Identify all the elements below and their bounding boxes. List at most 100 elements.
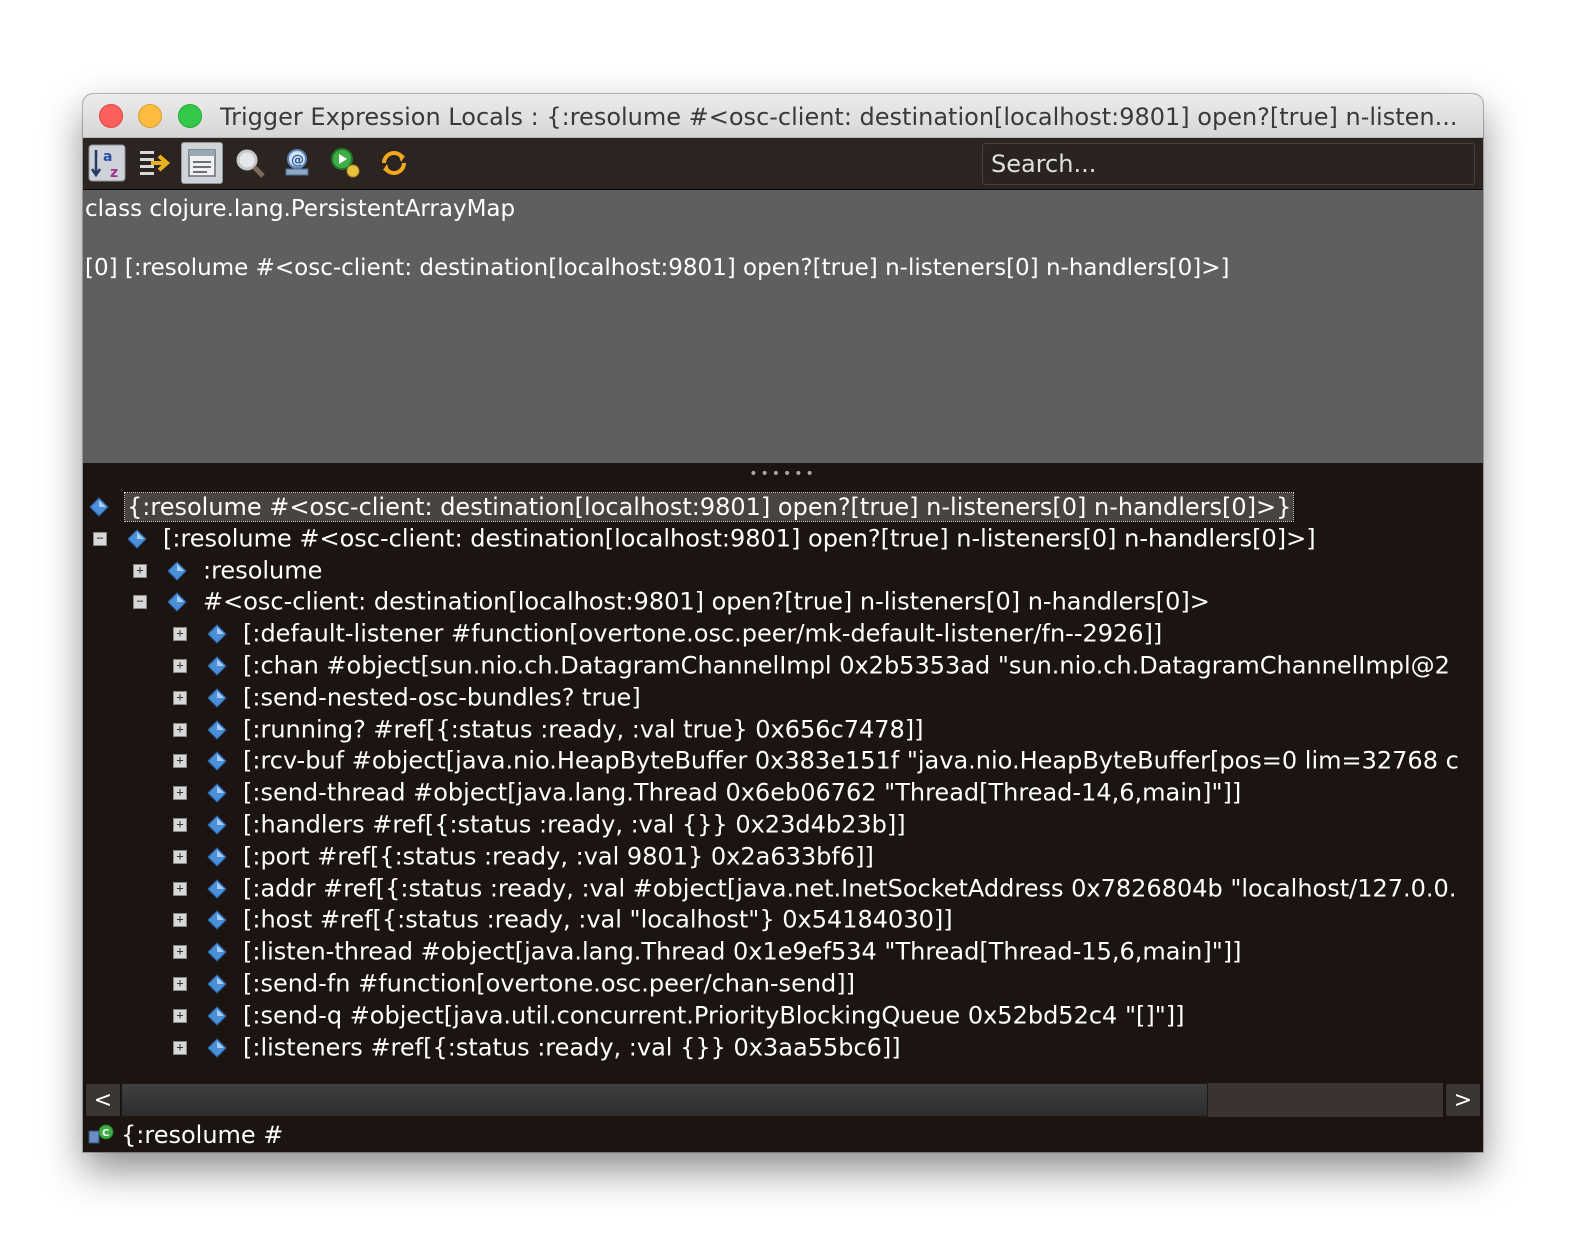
- chevron-left-icon: <: [93, 1087, 113, 1113]
- collapse-icon[interactable]: −: [133, 595, 147, 610]
- tree-row[interactable]: + [:port #ref[{:status :ready, :val 9801}…: [173, 841, 874, 872]
- tree-row[interactable]: + [:running? #ref[{:status :ready, :val t…: [173, 714, 924, 745]
- field-icon: [207, 815, 227, 835]
- field-icon: [89, 497, 109, 517]
- evaluate-icon: [331, 148, 360, 178]
- scroll-right-button[interactable]: >: [1445, 1083, 1481, 1117]
- expand-icon[interactable]: +: [173, 722, 187, 737]
- field-icon: [207, 688, 227, 708]
- tree-row-label: {:resolume #<osc-client: destination[loc…: [123, 491, 1295, 522]
- zoom-button[interactable]: [178, 104, 202, 128]
- toolbar: a z @ Search...: [83, 138, 1483, 190]
- show-inherited-button[interactable]: [134, 142, 176, 184]
- tree-row-label: [:port #ref[{:status :ready, :val 9801} …: [243, 842, 874, 871]
- scroll-thumb[interactable]: [121, 1083, 1208, 1117]
- tree-row-label: #<osc-client: destination[localhost:9801…: [203, 587, 1210, 616]
- expand-icon[interactable]: +: [173, 786, 187, 801]
- scroll-left-button[interactable]: <: [85, 1083, 121, 1117]
- tree-row-label: [:host #ref[{:status :ready, :val "local…: [243, 905, 953, 934]
- expand-icon[interactable]: +: [173, 659, 187, 673]
- tree-row-label: [:send-fn #function[overtone.osc.peer/ch…: [243, 969, 855, 998]
- tree-row[interactable]: + [:send-nested-osc-bundles? true]: [173, 682, 641, 713]
- tree-row[interactable]: − #<osc-client: destination[localhost:980…: [133, 586, 1210, 617]
- watch-expression-icon: @: [285, 149, 309, 176]
- expand-icon[interactable]: +: [173, 1008, 187, 1023]
- expand-icon[interactable]: +: [173, 690, 187, 705]
- expand-icon[interactable]: +: [173, 627, 187, 642]
- tree-row-label: [:send-thread #object[java.lang.Thread 0…: [243, 778, 1242, 807]
- tree-row[interactable]: + [:rcv-buf #object[java.nio.HeapByteBuff…: [173, 745, 1459, 776]
- field-icon: [167, 560, 187, 581]
- expand-icon[interactable]: +: [173, 977, 187, 991]
- field-icon: [207, 974, 227, 994]
- tree-row-label: [:send-nested-osc-bundles? true]: [243, 683, 641, 712]
- evaluate-button[interactable]: [325, 142, 367, 184]
- field-icon: [207, 942, 227, 962]
- expand-icon[interactable]: +: [173, 945, 187, 960]
- tree-row[interactable]: + [:send-thread #object[java.lang.Thread …: [173, 777, 1241, 808]
- watch-expression-button[interactable]: @: [277, 142, 319, 184]
- tree-row[interactable]: + [:listeners #ref[{:status :ready, :val …: [173, 1032, 901, 1063]
- tree-row-label: [:running? #ref[{:status :ready, :val tr…: [243, 715, 924, 744]
- tree-row[interactable]: + :resolume: [133, 555, 322, 586]
- show-details-button[interactable]: [181, 142, 223, 184]
- field-icon: [167, 592, 187, 613]
- expand-icon[interactable]: +: [173, 849, 187, 864]
- field-icon: [207, 1006, 227, 1026]
- tree-row-label: [:addr #ref[{:status :ready, :val #objec…: [243, 874, 1457, 903]
- drag-handle-icon[interactable]: ••••••: [749, 467, 817, 481]
- class-icon: C: [88, 1124, 114, 1144]
- field-icon: [207, 624, 227, 644]
- inspector-window: Trigger Expression Locals : {:resolume #…: [83, 94, 1483, 1152]
- tree-row[interactable]: + [:chan #object[sun.nio.ch.DatagramChann…: [173, 650, 1450, 681]
- expand-icon[interactable]: +: [133, 563, 147, 578]
- window-title: Trigger Expression Locals : {:resolume #…: [220, 103, 1458, 131]
- search-input[interactable]: [982, 143, 1475, 185]
- show-inherited-icon: [140, 151, 171, 175]
- tree-row-label: :resolume: [203, 556, 323, 585]
- inspect-button[interactable]: [229, 142, 271, 184]
- entry-value-text: [0] [:resolume #<osc-client: destination…: [85, 255, 1230, 281]
- scroll-track[interactable]: [121, 1083, 1443, 1117]
- tree-row[interactable]: + [:listen-thread #object[java.lang.Threa…: [173, 936, 1241, 967]
- field-icon: [207, 783, 227, 803]
- tree-row-label: [:rcv-buf #object[java.nio.HeapByteBuffe…: [243, 746, 1459, 775]
- sort-alphabetically-button[interactable]: a z: [86, 142, 128, 184]
- svg-text:C: C: [102, 1128, 109, 1139]
- title-bar[interactable]: Trigger Expression Locals : {:resolume #…: [83, 94, 1483, 138]
- tree-row-label: [:send-q #object[java.util.concurrent.Pr…: [243, 1001, 1185, 1030]
- tree-row[interactable]: + [:addr #ref[{:status :ready, :val #obje…: [173, 873, 1456, 904]
- expand-icon[interactable]: +: [173, 1040, 187, 1055]
- tree-row-label: [:listen-thread #object[java.lang.Thread…: [243, 937, 1242, 966]
- tree-row-label: [:resolume #<osc-client: destination[loc…: [163, 524, 1316, 553]
- class-name-text: class clojure.lang.PersistentArrayMap: [85, 196, 516, 222]
- horizontal-scrollbar[interactable]: < >: [83, 1081, 1483, 1119]
- details-panel: class clojure.lang.PersistentArrayMap [0…: [83, 190, 1483, 463]
- tree-row-label: [:chan #object[sun.nio.ch.DatagramChanne…: [243, 651, 1450, 680]
- field-icon: [207, 878, 227, 899]
- tree-row-label: [:handlers #ref[{:status :ready, :val {}…: [243, 810, 906, 839]
- tree-row[interactable]: + [:default-listener #function[overtone.o…: [173, 618, 1162, 649]
- tree-row[interactable]: + [:send-fn #function[overtone.osc.peer/c…: [173, 968, 855, 999]
- svg-text:z: z: [110, 165, 118, 181]
- tree-row[interactable]: − [:resolume #<osc-client: destination[lo…: [93, 523, 1316, 554]
- expand-icon[interactable]: +: [173, 754, 187, 769]
- tree-row-root[interactable]: {:resolume #<osc-client: destination[loc…: [89, 491, 1295, 522]
- collapse-icon[interactable]: −: [93, 531, 107, 546]
- tree-row-label: [:default-listener #function[overtone.os…: [243, 619, 1163, 648]
- status-text: {:resolume #: [121, 1121, 284, 1149]
- close-button[interactable]: [99, 104, 123, 128]
- minimize-button[interactable]: [138, 104, 162, 128]
- svg-text:a: a: [103, 149, 112, 165]
- object-tree: {:resolume #<osc-client: destination[loc…: [83, 485, 1483, 1081]
- tree-row[interactable]: + [:handlers #ref[{:status :ready, :val {…: [173, 809, 906, 840]
- tree-row-label: [:listeners #ref[{:status :ready, :val {…: [243, 1033, 901, 1062]
- expand-icon[interactable]: +: [173, 818, 187, 832]
- expand-icon[interactable]: +: [173, 913, 187, 928]
- expand-icon[interactable]: +: [173, 881, 187, 896]
- tree-row[interactable]: + [:host #ref[{:status :ready, :val "loca…: [173, 904, 953, 935]
- split-pane-divider[interactable]: ••••••: [83, 463, 1483, 485]
- field-icon: [207, 910, 227, 931]
- tree-row[interactable]: + [:send-q #object[java.util.concurrent.P…: [173, 1000, 1184, 1031]
- refresh-button[interactable]: [373, 142, 415, 184]
